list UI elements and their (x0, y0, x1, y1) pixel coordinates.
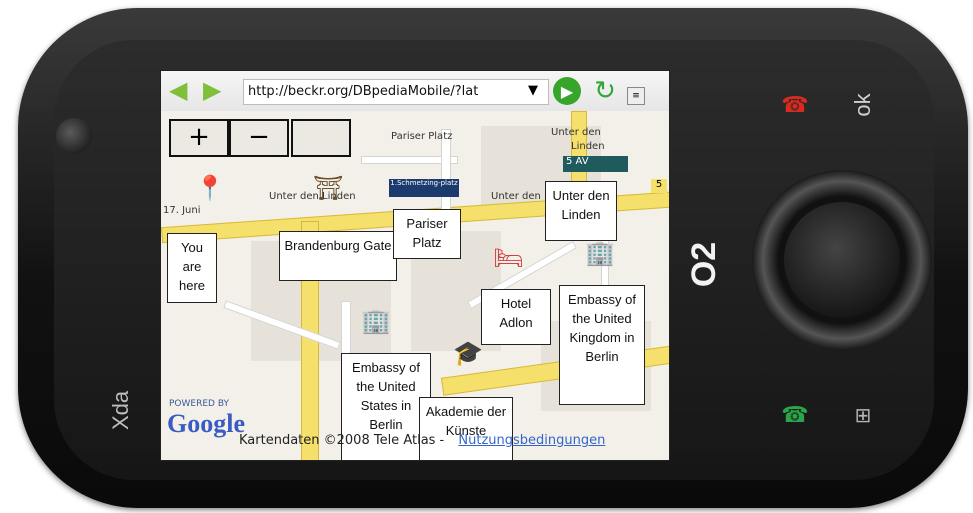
menu-button[interactable]: ≡ (627, 87, 645, 105)
camera-lens (56, 118, 92, 154)
go-button[interactable]: ▶ (553, 77, 581, 105)
windows-button[interactable]: ⊞ (838, 395, 888, 435)
hotel-icon: 🛏 (493, 244, 524, 272)
building-icon: 🏢 (361, 307, 391, 335)
copyright-text: Kartendaten ©2008 Tele Atlas - (239, 433, 445, 448)
dpad-center-button[interactable] (784, 202, 900, 318)
refresh-icon: ↻ (594, 76, 616, 106)
arrow-left-icon: ◀ (169, 76, 188, 104)
terms-link[interactable]: Nutzungsbedingungen (458, 433, 605, 448)
call-button[interactable]: ☎ (775, 395, 815, 435)
powered-by-label: POWERED BY (169, 399, 230, 409)
callout-pariser-platz[interactable]: Pariser Platz (393, 209, 461, 259)
call-icon: ☎ (781, 402, 809, 427)
reload-button[interactable]: ↻ (591, 77, 619, 105)
ok-button[interactable]: ok (843, 80, 883, 130)
url-input[interactable]: http://beckr.org/DBpediaMobile/?lat (243, 79, 549, 105)
street-label: Unter den (551, 127, 601, 138)
callout-akademie[interactable]: Akademie der Künste (419, 397, 513, 460)
building-icon: 🏢 (585, 239, 615, 267)
zoom-out-button[interactable]: − (229, 119, 289, 157)
phone-screen: ◀ ▶ http://beckr.org/DBpediaMobile/?lat … (160, 70, 670, 461)
callout-brandenburg-gate[interactable]: Brandenburg Gate (279, 231, 397, 281)
play-icon: ▶ (560, 81, 574, 101)
forward-button[interactable]: ▶ (203, 76, 227, 104)
street-label: Pariser Platz (391, 131, 453, 142)
location-pin-icon: 📍 (195, 174, 225, 202)
landmark-gate-icon: ⛩ (313, 174, 344, 202)
school-icon: 🎓 (453, 339, 483, 367)
arrow-right-icon: ▶ (203, 76, 222, 104)
zoom-level-indicator[interactable] (291, 119, 351, 157)
street-label: Linden (571, 141, 605, 152)
callout-unter-den-linden[interactable]: Unter den Linden (545, 181, 617, 241)
google-logo: Google (167, 409, 245, 438)
dropdown-icon: ▼ (528, 83, 538, 98)
url-dropdown-button[interactable]: ▼ (528, 79, 546, 103)
street-sign: 5 (651, 179, 667, 193)
menu-icon: ≡ (632, 91, 640, 101)
callout-you-are-here[interactable]: You are here (167, 233, 217, 303)
windows-icon: ⊞ (854, 404, 872, 427)
end-call-button[interactable]: ☎ (775, 85, 815, 125)
callout-hotel-adlon[interactable]: Hotel Adlon (481, 289, 551, 345)
brand-xda-label: Xda (108, 390, 133, 430)
street-sign: 1.Schmetzing-platz (389, 179, 459, 197)
street-sign: 5 AV (563, 156, 628, 172)
callout-embassy-uk[interactable]: Embassy of the United Kingdom in Berlin (559, 285, 645, 405)
back-button[interactable]: ◀ (169, 76, 193, 104)
zoom-in-button[interactable]: + (169, 119, 229, 157)
end-call-icon: ☎ (781, 92, 809, 117)
brand-o2-label: O2 (685, 241, 724, 288)
map-attribution: Kartendaten ©2008 Tele Atlas - Nutzungsb… (239, 433, 605, 448)
street-label: 17. Juni (163, 205, 201, 216)
